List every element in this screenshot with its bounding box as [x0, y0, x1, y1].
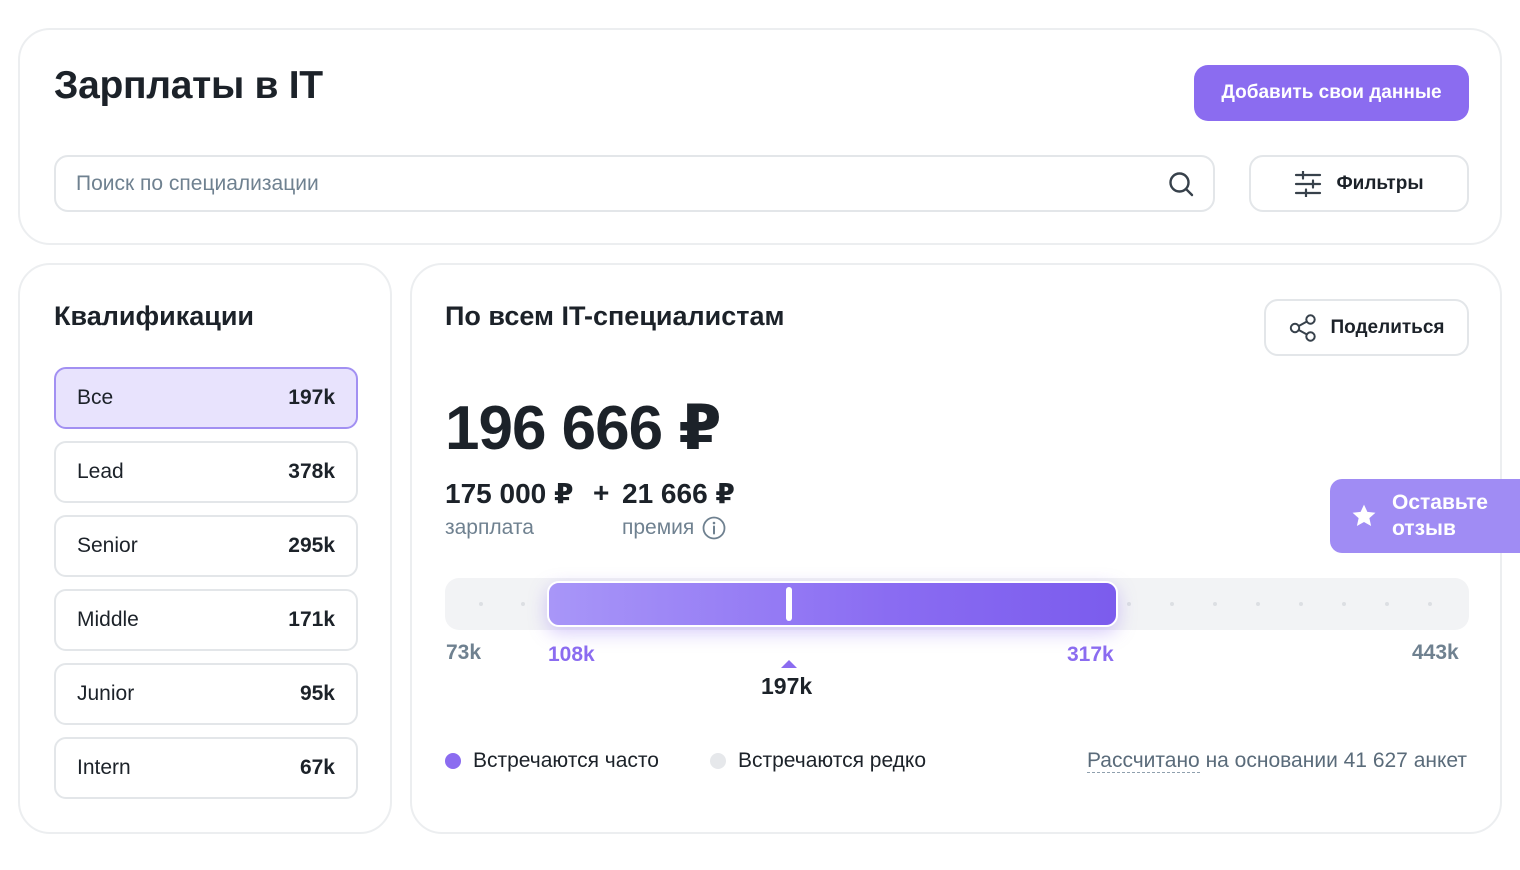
- qualification-item-intern[interactable]: Intern 67k: [54, 737, 358, 799]
- qualification-item-senior[interactable]: Senior 295k: [54, 515, 358, 577]
- star-icon: [1352, 504, 1376, 527]
- qualification-value: 295k: [288, 534, 335, 557]
- based-on-text: на основании 41 627 анкет: [1199, 749, 1467, 772]
- legend-rare-label: Встречаются редко: [738, 749, 927, 772]
- header-card: Зарплаты в IT Добавить свои данные Фильт…: [18, 28, 1502, 245]
- track-dot: [1385, 602, 1389, 606]
- track-dot: [1127, 602, 1131, 606]
- sliders-icon: [1295, 170, 1322, 197]
- based-on-note: Рассчитано на основании 41 627 анкет: [1086, 749, 1467, 773]
- page-title: Зарплаты в IT: [54, 64, 323, 107]
- filters-label: Фильтры: [1336, 172, 1424, 194]
- share-label: Поделиться: [1330, 316, 1445, 338]
- plus-sign: +: [593, 477, 610, 508]
- search-box[interactable]: [54, 155, 1215, 212]
- filters-button[interactable]: Фильтры: [1249, 155, 1469, 212]
- share-button[interactable]: Поделиться: [1264, 299, 1469, 356]
- legend-rare: Встречаются редко: [710, 749, 926, 773]
- median-label: 197k: [761, 673, 813, 699]
- track-dot: [1213, 602, 1217, 606]
- total-amount: 196 666 ₽: [445, 394, 721, 463]
- legend-often-label: Встречаются часто: [473, 749, 659, 772]
- qualification-label: Lead: [77, 460, 124, 483]
- search-input[interactable]: [76, 157, 1136, 210]
- qualification-value: 171k: [288, 608, 335, 631]
- track-dot: [479, 602, 483, 606]
- qualifications-title: Квалификации: [54, 301, 255, 331]
- search-icon[interactable]: [1167, 170, 1195, 198]
- bonus-label-row: премия: [622, 516, 726, 540]
- based-on-link[interactable]: Рассчитано: [1086, 749, 1200, 773]
- qualification-item-middle[interactable]: Middle 171k: [54, 589, 358, 651]
- median-caret-icon: [781, 660, 797, 668]
- legend-often: Встречаются часто: [445, 749, 659, 773]
- range-min-label: 73k: [446, 641, 482, 664]
- range-p25-label: 108k: [548, 643, 595, 666]
- qualification-label: Intern: [77, 756, 131, 779]
- salary-label: зарплата: [445, 516, 534, 539]
- qualifications-card: Квалификации Все 197k Lead 378k Senior 2…: [18, 263, 392, 834]
- qualification-label: Junior: [77, 682, 135, 705]
- add-data-button[interactable]: Добавить свои данные: [1194, 65, 1469, 121]
- range-p75-label: 317k: [1067, 643, 1114, 666]
- qualification-label: Senior: [77, 534, 138, 557]
- track-dot: [1256, 602, 1260, 606]
- median-marker: [786, 587, 792, 621]
- track-dot: [1342, 602, 1346, 606]
- summary-title: По всем IT-специалистам: [445, 301, 785, 331]
- qualification-value: 378k: [288, 460, 335, 483]
- track-dot: [1428, 602, 1432, 606]
- track-dot: [1299, 602, 1303, 606]
- range-max-label: 443k: [1412, 641, 1459, 664]
- feedback-button[interactable]: Оставьте отзыв: [1330, 479, 1520, 553]
- feedback-label: Оставьте отзыв: [1392, 491, 1488, 540]
- qualification-item-all[interactable]: Все 197k: [54, 367, 358, 429]
- qualification-item-lead[interactable]: Lead 378k: [54, 441, 358, 503]
- qualification-value: 197k: [288, 386, 335, 409]
- legend-dot-often: [445, 753, 461, 769]
- track-dot: [1170, 602, 1174, 606]
- bonus-amount: 21 666 ₽: [622, 478, 735, 509]
- qualification-label: Все: [77, 386, 114, 409]
- qualification-value: 67k: [299, 756, 335, 779]
- qualification-label: Middle: [77, 608, 139, 631]
- track-dot: [521, 602, 525, 606]
- qualification-item-junior[interactable]: Junior 95k: [54, 663, 358, 725]
- legend-dot-rare: [710, 753, 726, 769]
- share-icon: [1290, 313, 1317, 342]
- salary-range-bar: [547, 581, 1118, 627]
- info-icon[interactable]: [702, 516, 726, 540]
- bonus-label: премия: [622, 516, 695, 539]
- salary-amount: 175 000 ₽: [445, 478, 574, 509]
- qualification-value: 95k: [299, 682, 335, 705]
